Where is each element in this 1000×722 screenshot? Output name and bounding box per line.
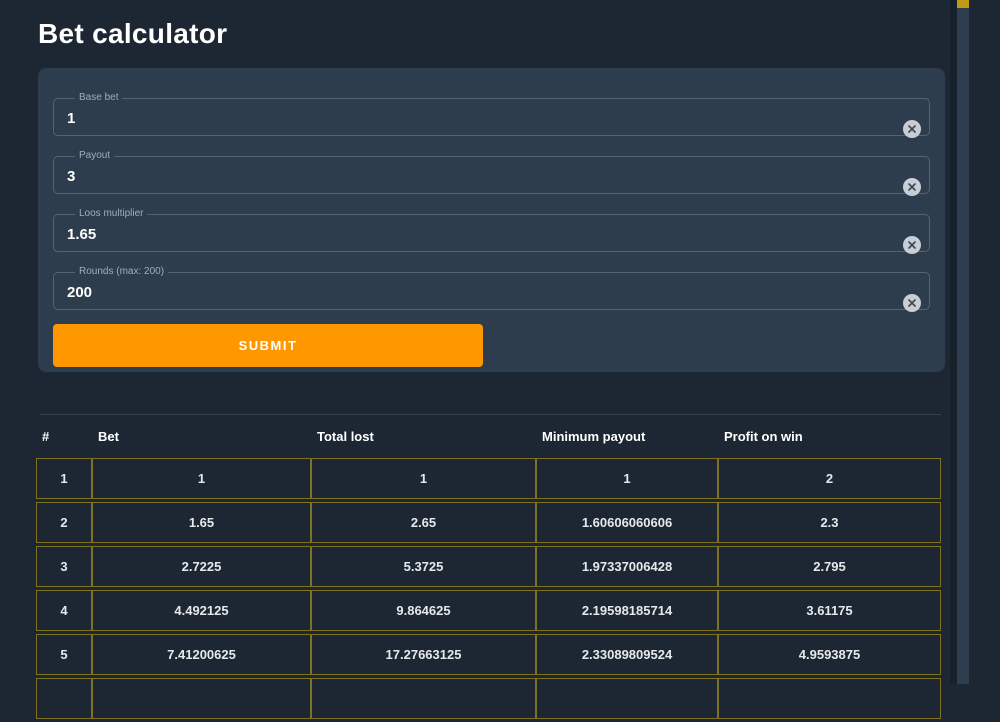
cell-index: 2 [36,502,92,543]
scrollbar-gold-indicator [957,0,969,8]
submit-button[interactable]: SUBMIT [53,324,483,367]
clear-x-icon [903,294,921,312]
cell-profit-on-win: 2.795 [718,546,941,587]
cell-minimum-payout: 1 [536,458,718,499]
cell-total-lost: 9.864625 [311,590,536,631]
scrollbar-thumb[interactable] [957,0,969,684]
cell-minimum-payout: 2.19598185714 [536,590,718,631]
cell-total-lost: 5.3725 [311,546,536,587]
table-row: 4 4.492125 9.864625 2.19598185714 3.6117… [36,590,941,631]
cell-profit-on-win: 3.61175 [718,590,941,631]
table-row-partial [36,678,941,719]
payout-clear-button[interactable] [903,178,921,196]
loss-multiplier-input[interactable] [67,226,895,243]
cell-index: 1 [36,458,92,499]
cell-total-lost: 2.65 [311,502,536,543]
cell-profit-on-win: 4.9593875 [718,634,941,675]
rounds-field[interactable]: Rounds (max: 200) [53,266,930,310]
table-row: 3 2.7225 5.3725 1.97337006428 2.795 [36,546,941,587]
clear-x-icon [903,178,921,196]
table-row: 2 1.65 2.65 1.60606060606 2.3 [36,502,941,543]
bet-calculator-form-panel: Base bet Payout Loos multiplier [38,68,945,372]
cell-bet: 4.492125 [92,590,311,631]
payout-field[interactable]: Payout [53,150,930,194]
results-table: # Bet Total lost Minimum payout Profit o… [36,415,941,722]
table-header-row: # Bet Total lost Minimum payout Profit o… [36,415,941,458]
table-row: 1 1 1 1 2 [36,458,941,499]
clear-x-icon [903,236,921,254]
header-index: # [36,429,92,444]
payout-label: Payout [75,150,114,162]
cell-minimum-payout: 2.33089809524 [536,634,718,675]
clear-x-icon [903,120,921,138]
cell-bet: 1.65 [92,502,311,543]
cell-index: 3 [36,546,92,587]
base-bet-field[interactable]: Base bet [53,92,930,136]
rounds-input[interactable] [67,284,895,301]
base-bet-label: Base bet [75,92,122,104]
rounds-clear-button[interactable] [903,294,921,312]
scrollbar-track [950,0,957,684]
cell-bet: 1 [92,458,311,499]
loss-multiplier-label: Loos multiplier [75,208,147,220]
loss-multiplier-field[interactable]: Loos multiplier [53,208,930,252]
header-bet: Bet [92,429,311,444]
loss-multiplier-clear-button[interactable] [903,236,921,254]
table-row: 5 7.41200625 17.27663125 2.33089809524 4… [36,634,941,675]
cell-total-lost: 17.27663125 [311,634,536,675]
header-total-lost: Total lost [311,429,536,444]
header-minimum-payout: Minimum payout [536,429,718,444]
cell-profit-on-win: 2 [718,458,941,499]
rounds-label: Rounds (max: 200) [75,266,168,278]
cell-bet: 7.41200625 [92,634,311,675]
cell-total-lost: 1 [311,458,536,499]
cell-profit-on-win: 2.3 [718,502,941,543]
page-title: Bet calculator [38,18,227,50]
cell-index: 5 [36,634,92,675]
cell-minimum-payout: 1.60606060606 [536,502,718,543]
payout-input[interactable] [67,168,895,185]
cell-index: 4 [36,590,92,631]
header-profit-on-win: Profit on win [718,429,941,444]
base-bet-clear-button[interactable] [903,120,921,138]
base-bet-input[interactable] [67,110,895,127]
cell-minimum-payout: 1.97337006428 [536,546,718,587]
cell-bet: 2.7225 [92,546,311,587]
